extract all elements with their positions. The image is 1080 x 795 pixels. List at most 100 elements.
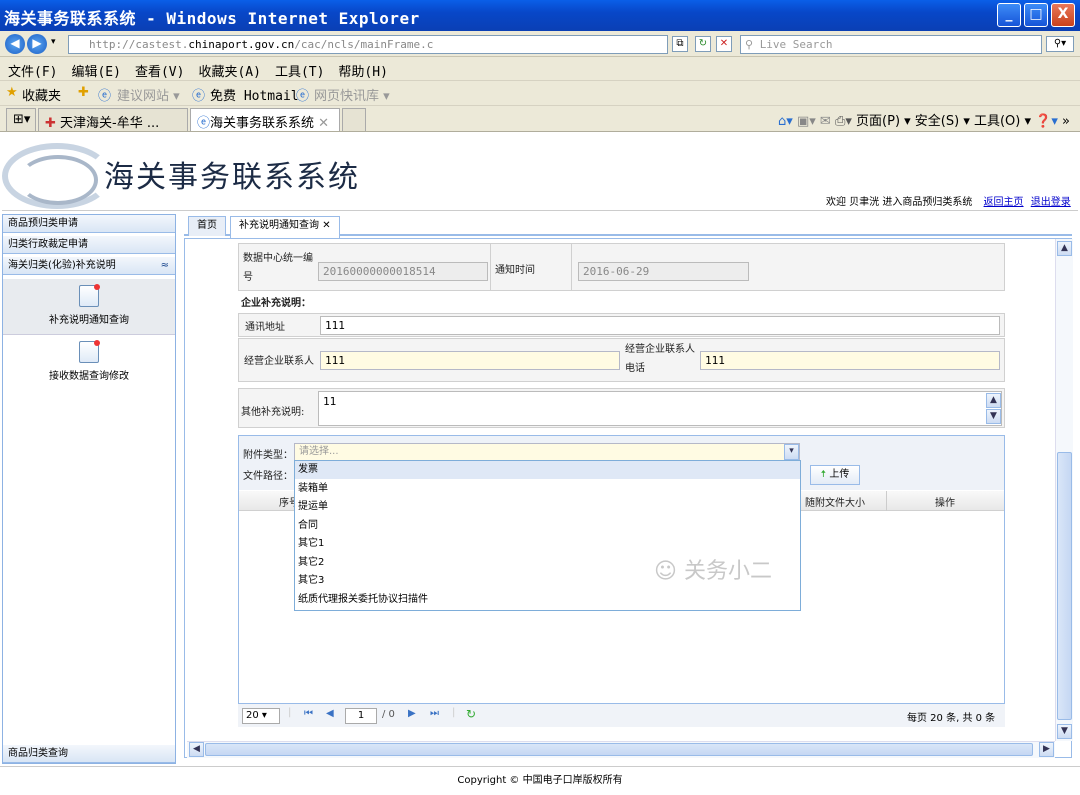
- scroll-up-icon[interactable]: ▲: [986, 393, 1001, 408]
- first-page-icon[interactable]: ⏮: [304, 708, 313, 719]
- welcome-bar: 欢迎 贝聿洸 进入商品预归类系统 返回主页 退出登录: [826, 193, 1071, 208]
- nav-header-ruling[interactable]: 归类行政裁定申请: [3, 236, 175, 254]
- back-home-link[interactable]: 返回主页: [984, 197, 1024, 208]
- hotmail-link[interactable]: 免费 Hotmail: [210, 85, 299, 104]
- grid-pager: 20 ▾ | ⏮ ◀ 1 / 0 ▶ ⏭ | ↻ 每页 20 条, 共 0 条: [238, 703, 1005, 727]
- logout-link[interactable]: 退出登录: [1031, 197, 1071, 208]
- notify-time-label: 通知时间: [495, 265, 535, 276]
- scroll-up-icon[interactable]: ▲: [1057, 241, 1072, 256]
- tab-home[interactable]: 首页: [188, 216, 226, 236]
- scroll-left-icon[interactable]: ◀: [189, 742, 204, 757]
- separator: |: [452, 707, 456, 718]
- close-button[interactable]: X: [1051, 3, 1075, 27]
- attachment-type-combo[interactable]: 请选择...: [294, 443, 800, 461]
- nav-item-received-data[interactable]: 接收数据查询修改: [3, 340, 175, 391]
- tab-label: 补充说明通知查询: [239, 220, 319, 231]
- left-nav-panel: 商品预归类申请 归类行政裁定申请 海关归类(化验)补充说明 ≈ 补充说明通知查询 …: [2, 214, 176, 764]
- scroll-down-icon[interactable]: ▼: [1057, 724, 1072, 739]
- browser-tab-bar: ⊞▾ ✚ 天津海关-牟华 ... ⓔ海关事务联系系统 ✕ ⌂▾ ▣▾ ✉ ⎙▾ …: [0, 106, 1080, 132]
- window-title-bar[interactable]: 海关事务联系系统 - Windows Internet Explorer _ □…: [0, 0, 1080, 31]
- section-title: 企业补充说明：: [241, 298, 311, 309]
- browser-tab-active[interactable]: ⓔ海关事务联系系统 ✕: [190, 108, 340, 131]
- more-icon[interactable]: »: [1062, 114, 1070, 129]
- menu-view[interactable]: 查看(V): [127, 57, 190, 80]
- url-input[interactable]: http://castest.chinaport.gov.cn/cac/ncls…: [68, 35, 668, 54]
- grid-col-size[interactable]: 随附文件大小: [805, 494, 865, 509]
- welcome-text: 欢迎 贝聿洸 进入商品预归类系统: [826, 197, 973, 208]
- suggested-sites-link[interactable]: 建议网站 ▾: [117, 85, 180, 104]
- refresh-icon[interactable]: ↻: [695, 36, 711, 52]
- quick-tabs-icon[interactable]: ⊞▾: [6, 108, 36, 131]
- next-page-icon[interactable]: ▶: [408, 708, 416, 719]
- option-packing-list[interactable]: 装箱单: [295, 480, 800, 498]
- collapse-icon[interactable]: ≈: [161, 257, 169, 275]
- window-title: 海关事务联系系统 - Windows Internet Explorer: [4, 9, 420, 28]
- nav-header-supplement[interactable]: 海关归类(化验)补充说明 ≈: [3, 257, 175, 275]
- page-number-input[interactable]: 1: [345, 708, 377, 724]
- upload-button[interactable]: 🠅 上传: [810, 465, 860, 485]
- scroll-down-icon[interactable]: ▼: [986, 409, 1001, 424]
- nav-header-preclass[interactable]: 商品预归类申请: [3, 215, 175, 233]
- tab-close-icon[interactable]: ✕: [318, 116, 329, 131]
- nav-dropdown-icon[interactable]: ▾: [51, 37, 56, 47]
- compat-icon[interactable]: ⧉: [672, 36, 688, 52]
- search-go-icon[interactable]: ⚲▾: [1046, 36, 1074, 52]
- contact-phone-input[interactable]: 111: [700, 351, 1000, 370]
- menu-edit[interactable]: 编辑(E): [63, 57, 126, 80]
- tab-close-icon[interactable]: ✕: [322, 220, 330, 231]
- nav-item-label: 接收数据查询修改: [49, 371, 129, 382]
- option-bill-of-lading[interactable]: 提运单: [295, 498, 800, 516]
- address-input[interactable]: 111: [320, 316, 1000, 335]
- back-icon[interactable]: ◀: [5, 34, 25, 54]
- url-suffix: /cac/ncls/mainFrame.c: [294, 38, 434, 51]
- document-icon: [79, 284, 100, 307]
- menu-help[interactable]: 帮助(H): [330, 57, 393, 80]
- watermark: ☺ 关务小二: [654, 553, 772, 585]
- add-favorite-icon[interactable]: ✚: [78, 85, 89, 100]
- contact-input[interactable]: 111: [320, 351, 620, 370]
- forward-icon[interactable]: ▶: [27, 34, 47, 54]
- stop-icon[interactable]: ✕: [716, 36, 732, 52]
- option-paper-agency-scan[interactable]: 纸质代理报关委托协议扫描件: [295, 591, 800, 609]
- mail-icon[interactable]: ✉: [820, 114, 831, 129]
- new-tab-button[interactable]: [342, 108, 366, 131]
- horizontal-scroll-thumb[interactable]: [205, 743, 1033, 756]
- logo-swirl-icon: [18, 155, 98, 205]
- minimize-button[interactable]: _: [997, 3, 1021, 27]
- last-page-icon[interactable]: ⏭: [430, 708, 439, 719]
- nav-header-product-query[interactable]: 商品归类查询: [3, 745, 175, 763]
- print-icon[interactable]: ⎙▾: [835, 114, 852, 129]
- menu-favorites[interactable]: 收藏夹(A): [190, 57, 266, 80]
- menu-tools[interactable]: 工具(T): [267, 57, 330, 80]
- combo-placeholder: 请选择...: [299, 446, 339, 457]
- home-icon[interactable]: ⌂▾: [778, 114, 793, 129]
- search-placeholder: Live Search: [759, 38, 833, 51]
- notify-time-field: 2016-06-29: [578, 262, 749, 281]
- maximize-button[interactable]: □: [1024, 3, 1048, 27]
- option-invoice[interactable]: 发票: [295, 461, 800, 479]
- page-size-select[interactable]: 20 ▾: [242, 708, 280, 724]
- page-number-value: 1: [357, 710, 365, 721]
- total-pages: / 0: [382, 709, 395, 720]
- search-input[interactable]: ⚲ Live Search: [740, 35, 1042, 54]
- help-icon[interactable]: ❓▾: [1035, 114, 1058, 129]
- command-menus[interactable]: 页面(P) ▾ 安全(S) ▾ 工具(O) ▾: [856, 114, 1031, 129]
- webslice-link[interactable]: 网页快讯库 ▾: [314, 85, 390, 104]
- option-other1[interactable]: 其它1: [295, 535, 800, 553]
- scroll-right-icon[interactable]: ▶: [1039, 742, 1054, 757]
- pager-summary: 每页 20 条, 共 0 条: [907, 713, 996, 724]
- option-contract[interactable]: 合同: [295, 517, 800, 535]
- nav-item-notice-query[interactable]: 补充说明通知查询: [3, 279, 175, 335]
- feeds-icon[interactable]: ▣▾: [797, 114, 816, 129]
- other-textarea[interactable]: 11: [318, 391, 1002, 426]
- tab-notice-query[interactable]: 补充说明通知查询 ✕: [230, 216, 340, 238]
- grid-col-op[interactable]: 操作: [935, 494, 955, 509]
- favorites-button[interactable]: 收藏夹: [22, 85, 61, 104]
- refresh-icon[interactable]: ↻: [466, 707, 476, 721]
- chevron-down-icon[interactable]: ▾: [784, 444, 799, 460]
- vertical-scroll-thumb[interactable]: [1057, 452, 1072, 720]
- prev-page-icon[interactable]: ◀: [326, 708, 334, 719]
- menu-file[interactable]: 文件(F): [0, 57, 63, 80]
- browser-tab-tianjin[interactable]: ✚ 天津海关-牟华 ...: [38, 108, 188, 131]
- file-path-label: 文件路径：: [243, 471, 293, 482]
